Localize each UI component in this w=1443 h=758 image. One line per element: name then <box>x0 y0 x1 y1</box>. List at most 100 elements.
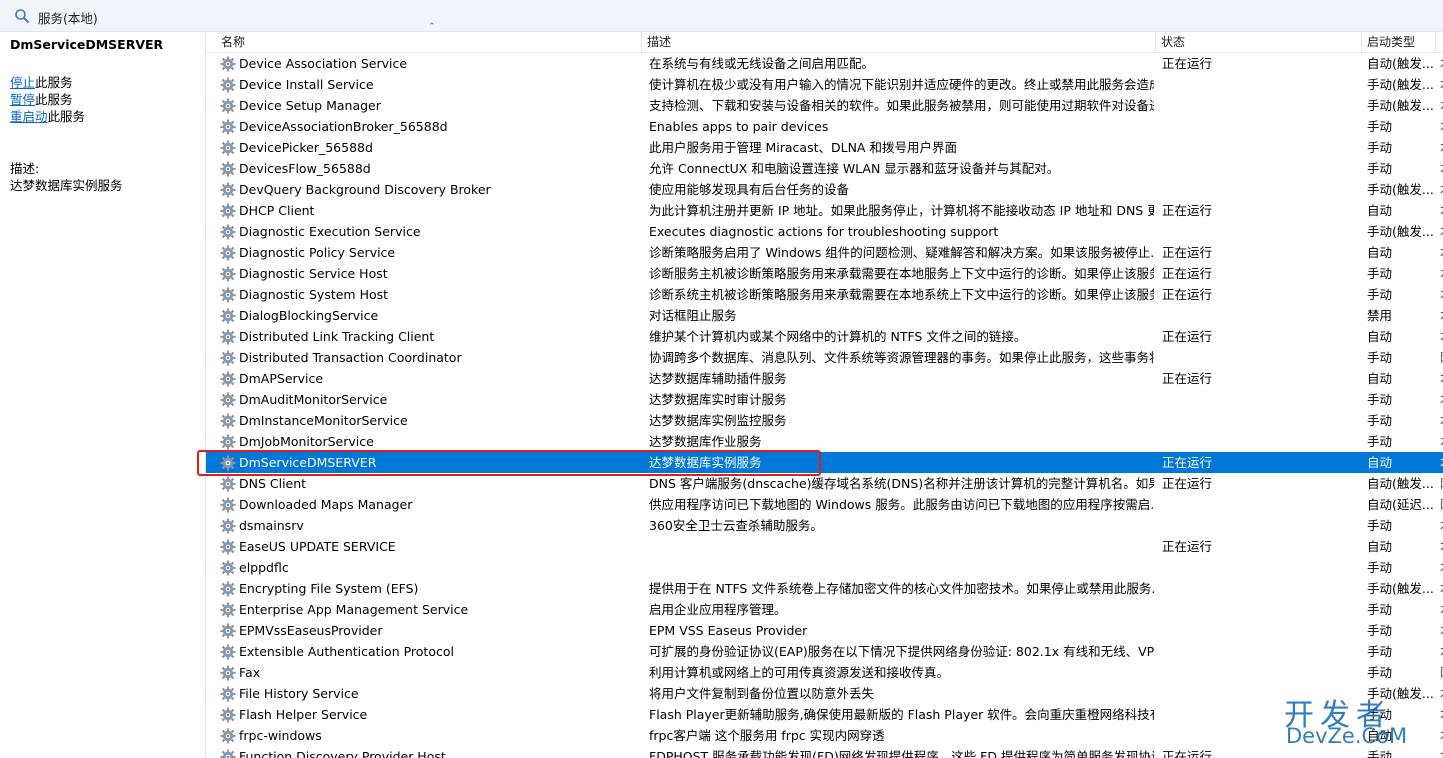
service-row[interactable]: DmAPService达梦数据库辅助插件服务正在运行自动本 <box>206 368 1443 389</box>
service-name-cell: DmAuditMonitorService <box>239 392 388 407</box>
service-row[interactable]: Flash Helper Service Flash Player更新辅助服务,确… <box>206 704 1443 725</box>
service-row[interactable]: DevQuery Background Discovery Broker 使应用能… <box>206 179 1443 200</box>
service-name-cell: Downloaded Maps Manager <box>239 497 413 512</box>
column-header-description[interactable]: 描述 <box>642 32 1156 53</box>
service-row[interactable]: dsmainsrv360安全卫士云查杀辅助服务。手动本 <box>206 515 1443 536</box>
service-name-cell: DeviceAssociationBroker_56588d <box>239 119 448 134</box>
service-row[interactable]: Function Discovery Provider Host FDPHOST … <box>206 746 1443 758</box>
service-status-cell: 正在运行 <box>1162 203 1213 218</box>
service-gear-icon <box>220 161 236 177</box>
service-status-cell <box>1162 305 1362 326</box>
service-row[interactable]: DmServiceDMSERVER达梦数据库实例服务正在运行自动本 <box>206 452 1443 473</box>
service-name-cell: Distributed Link Tracking Client <box>239 329 435 344</box>
service-startup-type-cell: 手动 <box>1367 560 1393 575</box>
service-gear-icon <box>220 623 236 639</box>
service-row[interactable]: DNS Client DNS 客户端服务(dnscache)缓存域名系统(DNS)… <box>206 473 1443 494</box>
service-gear-icon <box>220 560 236 576</box>
service-gear-icon <box>220 287 236 303</box>
column-header: 名称 描述 状态 启动类型 <box>206 32 1443 53</box>
column-header-name[interactable]: 名称 <box>216 32 642 53</box>
service-gear-icon <box>220 224 236 240</box>
column-header-logon-as[interactable] <box>1436 32 1443 53</box>
service-row[interactable]: File History Service 将用户文件复制到备份位置以防意外丢失 手动… <box>206 683 1443 704</box>
service-row[interactable]: Fax利用计算机或网络上的可用传真资源发送和接收传真。手动网 <box>206 662 1443 683</box>
stop-link[interactable]: 停止 <box>10 75 35 90</box>
service-gear-icon <box>220 602 236 618</box>
service-row[interactable]: DeviceAssociationBroker_56588d Enables ap… <box>206 116 1443 137</box>
service-name-cell: File History Service <box>239 686 359 701</box>
service-row[interactable]: Enterprise App Management Service 启用企业应用程… <box>206 599 1443 620</box>
service-gear-icon <box>220 455 236 471</box>
column-header-startup-type[interactable]: 启动类型 <box>1362 32 1436 53</box>
service-row[interactable]: Extensible Authentication Protocol 可扩展的身份… <box>206 641 1443 662</box>
service-row[interactable]: Device Setup Manager 支持检测、下载和安装与设备相关的软件。如… <box>206 95 1443 116</box>
service-row[interactable]: Encrypting File System (EFS) 提供用于在 NTFS 文… <box>206 578 1443 599</box>
column-header-status[interactable]: 状态 <box>1156 32 1362 53</box>
service-description-cell: 诊断服务主机被诊断策略服务用来承载需要在本地服务上下文中运行的诊断。如果停止该服… <box>649 266 1154 281</box>
service-status-cell <box>1162 557 1362 578</box>
service-description-cell: frpc客户端 这个服务用 frpc 实现内网穿透 <box>649 728 885 743</box>
service-row[interactable]: DHCP Client 为此计算机注册并更新 IP 地址。如果此服务停止，计算机将… <box>206 200 1443 221</box>
service-row[interactable]: EPMVssEaseusProvider EPM VSS Easeus Provi… <box>206 620 1443 641</box>
pause-link-suffix: 此服务 <box>35 92 73 107</box>
service-description-cell: 使计算机在极少或没有用户输入的情况下能识别并适应硬件的更改。终止或禁用此服务会造… <box>649 77 1154 92</box>
service-name-cell: DmAPService <box>239 371 324 386</box>
service-startup-type-cell: 禁用 <box>1367 308 1393 323</box>
service-gear-icon <box>220 203 236 219</box>
service-gear-icon <box>220 371 236 387</box>
service-status-cell <box>1162 662 1362 683</box>
service-row[interactable]: Diagnostic Policy Service 诊断策略服务启用了 Windo… <box>206 242 1443 263</box>
service-row[interactable]: Distributed Link Tracking Client 维护某个计算机内… <box>206 326 1443 347</box>
service-gear-icon <box>220 728 236 744</box>
service-gear-icon <box>220 329 236 345</box>
service-row[interactable]: Downloaded Maps Manager 供应用程序访问已下载地图的 Win… <box>206 494 1443 515</box>
service-row[interactable]: DmJobMonitorService达梦数据库作业服务手动本 <box>206 431 1443 452</box>
service-name-cell: Device Association Service <box>239 56 408 71</box>
service-row[interactable]: Device Install Service 使计算机在极少或没有用户输入的情况下… <box>206 74 1443 95</box>
service-description-cell: 利用计算机或网络上的可用传真资源发送和接收传真。 <box>649 665 950 680</box>
service-description-cell: FDPHOST 服务承载功能发现(FD)网络发现提供程序。这些 FD 提供程序为… <box>649 749 1154 758</box>
service-name-cell: EPMVssEaseusProvider <box>239 623 383 638</box>
service-gear-icon <box>220 140 236 156</box>
service-status-cell <box>1162 494 1362 515</box>
service-row[interactable]: elppdflc手动本 <box>206 557 1443 578</box>
service-description-cell: 供应用程序访问已下载地图的 Windows 服务。此服务由访问已下载地图的应用程… <box>649 497 1154 512</box>
service-status-cell: 正在运行 <box>1162 476 1213 491</box>
service-row[interactable]: DevicePicker_56588d 此用户服务用于管理 Miracast、DL… <box>206 137 1443 158</box>
service-row[interactable]: DmInstanceMonitorService达梦数据库实例监控服务手动本 <box>206 410 1443 431</box>
pause-link[interactable]: 暂停 <box>10 92 35 107</box>
service-status-cell <box>1162 116 1362 137</box>
service-gear-icon <box>220 392 236 408</box>
service-status-cell <box>1162 137 1362 158</box>
service-row[interactable]: Device Association Service 在系统与有线或无线设备之间启… <box>206 53 1443 74</box>
service-row[interactable]: Diagnostic Execution Service Executes dia… <box>206 221 1443 242</box>
service-gear-icon <box>220 686 236 702</box>
service-name-cell: Diagnostic Service Host <box>239 266 388 281</box>
services-icon <box>15 9 30 24</box>
service-gear-icon <box>220 707 236 723</box>
service-status-cell <box>1162 515 1362 536</box>
service-row[interactable]: DialogBlockingService对话框阻止服务禁用本 <box>206 305 1443 326</box>
service-row[interactable]: Distributed Transaction Coordinator 协调跨多个… <box>206 347 1443 368</box>
restart-link[interactable]: 重启动 <box>10 109 48 124</box>
service-name-cell: Diagnostic Execution Service <box>239 224 421 239</box>
service-status-cell <box>1162 158 1362 179</box>
service-row[interactable]: Diagnostic Service Host 诊断服务主机被诊断策略服务用来承载… <box>206 263 1443 284</box>
service-status-cell: 正在运行 <box>1162 287 1213 302</box>
service-description-cell: 维护某个计算机内或某个网络中的计算机的 NTFS 文件之间的链接。 <box>649 329 1027 344</box>
service-row[interactable]: EaseUS UPDATE SERVICE正在运行自动本 <box>206 536 1443 557</box>
service-status-cell <box>1162 95 1362 116</box>
service-startup-type-cell: 手动(触发... <box>1367 224 1434 239</box>
service-row[interactable]: Diagnostic System Host 诊断系统主机被诊断策略服务用来承载需… <box>206 284 1443 305</box>
service-row[interactable]: frpc-windowsfrpc客户端 这个服务用 frpc 实现内网穿透自动本 <box>206 725 1443 746</box>
service-description-cell: EPM VSS Easeus Provider <box>649 623 808 638</box>
service-startup-type-cell: 自动 <box>1367 245 1393 260</box>
service-startup-type-cell: 手动(触发... <box>1367 581 1434 596</box>
service-row[interactable]: DevicesFlow_56588d 允许 ConnectUX 和电脑设置连接 W… <box>206 158 1443 179</box>
service-description-cell: 允许 ConnectUX 和电脑设置连接 WLAN 显示器和蓝牙设备并与其配对。 <box>649 161 1060 176</box>
service-name-cell: DNS Client <box>239 476 307 491</box>
service-startup-type-cell: 自动 <box>1367 539 1393 554</box>
service-row[interactable]: DmAuditMonitorService达梦数据库实时审计服务手动本 <box>206 389 1443 410</box>
restart-link-suffix: 此服务 <box>47 109 86 124</box>
service-name-cell: Enterprise App Management Service <box>239 602 469 617</box>
